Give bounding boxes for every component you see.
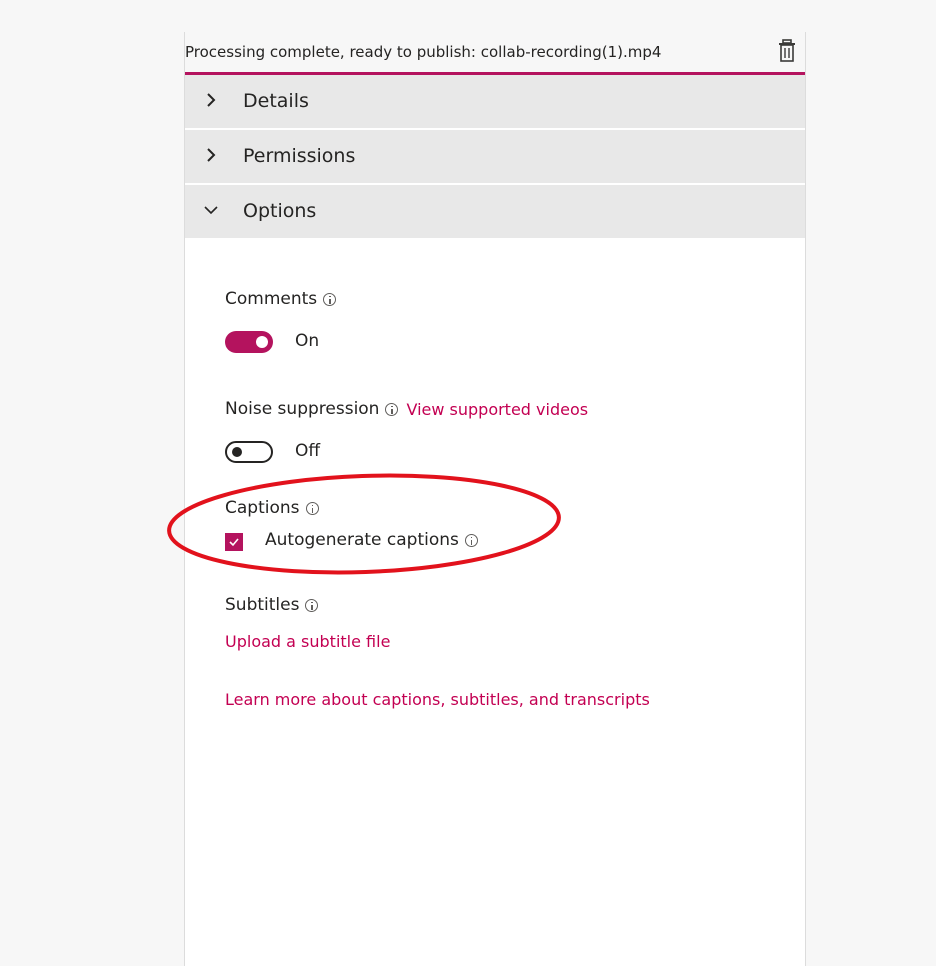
publish-panel: Processing complete, ready to publish: c…: [184, 32, 806, 966]
status-header: Processing complete, ready to publish: c…: [185, 32, 805, 75]
view-supported-videos-link[interactable]: View supported videos: [406, 400, 588, 419]
chevron-down-icon: [203, 202, 219, 218]
section-permissions-label: Permissions: [243, 145, 356, 167]
info-icon[interactable]: [464, 533, 478, 547]
noise-suppression-toggle[interactable]: [225, 441, 273, 463]
info-icon[interactable]: [385, 402, 399, 416]
comments-toggle[interactable]: [225, 331, 273, 353]
status-text: Processing complete, ready to publish: c…: [185, 43, 662, 61]
upload-subtitle-link[interactable]: Upload a subtitle file: [225, 632, 390, 651]
info-icon[interactable]: [305, 501, 319, 515]
section-details[interactable]: Details: [185, 75, 805, 130]
section-options[interactable]: Options: [185, 185, 805, 240]
comments-state: On: [295, 331, 320, 351]
section-permissions[interactable]: Permissions: [185, 130, 805, 185]
comments-label: Comments: [225, 289, 337, 309]
learn-more-link[interactable]: Learn more about captions, subtitles, an…: [225, 690, 650, 709]
section-options-label: Options: [243, 200, 317, 222]
info-icon[interactable]: [305, 598, 319, 612]
chevron-right-icon: [203, 147, 219, 163]
autogenerate-captions-label: Autogenerate captions: [265, 530, 478, 550]
subtitles-label: Subtitles: [225, 595, 319, 615]
autogenerate-captions-checkbox[interactable]: [225, 533, 243, 551]
noise-suppression-state: Off: [295, 441, 321, 461]
toggle-knob: [256, 336, 268, 348]
info-icon[interactable]: [323, 292, 337, 306]
chevron-right-icon: [203, 92, 219, 108]
checkmark-icon: [229, 538, 239, 547]
trash-icon[interactable]: [777, 39, 797, 63]
toggle-knob: [232, 447, 242, 457]
captions-label: Captions: [225, 498, 319, 518]
noise-suppression-label: Noise suppression View supported videos: [225, 399, 589, 419]
section-details-label: Details: [243, 90, 309, 112]
